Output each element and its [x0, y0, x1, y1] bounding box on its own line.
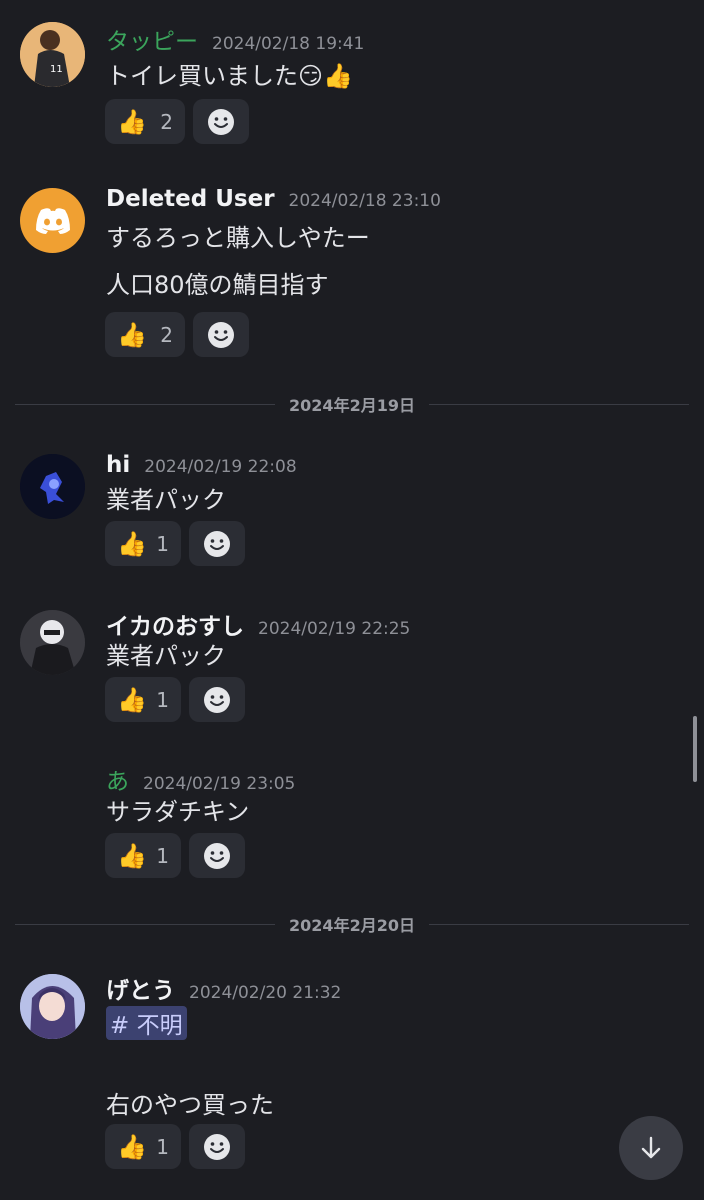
timestamp: 2024/02/19 22:08 [144, 457, 297, 477]
reaction-count: 1 [156, 1134, 169, 1159]
reaction-count: 1 [156, 843, 169, 868]
avatar[interactable] [20, 454, 85, 519]
message-text: トイレ買いました😏👍 [106, 62, 353, 90]
divider-line [15, 923, 276, 925]
timestamp: 2024/02/18 19:41 [212, 34, 365, 54]
avatar-image [20, 974, 85, 1039]
divider-line [15, 403, 276, 405]
reaction-bar: 👍 1 [105, 833, 245, 878]
message-text: 業者パック [106, 486, 226, 514]
channel-mention[interactable]: # 不明 [106, 1006, 187, 1040]
message-text: 人口80億の鯖目指す [106, 271, 329, 299]
message-text: 右のやつ買った [106, 1091, 274, 1119]
smile-face-icon [208, 321, 234, 348]
message-text: するろっと購入しやたー [106, 224, 370, 252]
add-reaction-button[interactable] [189, 1124, 245, 1169]
thumbs-up-reaction[interactable]: 👍 2 [105, 312, 185, 357]
timestamp: 2024/02/20 21:32 [189, 983, 342, 1003]
thumbs-up-reaction[interactable]: 👍 1 [105, 521, 181, 566]
discord-logo-icon [35, 207, 70, 234]
add-reaction-button[interactable] [193, 99, 249, 144]
arrow-down-icon [641, 1136, 661, 1159]
message-header: Deleted User 2024/02/18 23:10 [106, 186, 441, 212]
timestamp: 2024/02/19 22:25 [258, 619, 411, 639]
smile-face-icon [204, 1133, 230, 1160]
reaction-bar: 👍 1 [105, 677, 245, 722]
avatar-image: 11 [20, 22, 85, 87]
author-name[interactable]: げとう [106, 971, 175, 1005]
author-name[interactable]: Deleted User [106, 186, 275, 212]
message-text: サラダチキン [106, 798, 250, 826]
jump-to-bottom-button[interactable] [619, 1116, 683, 1180]
author-name[interactable]: hi [106, 452, 130, 478]
reaction-count: 1 [156, 531, 169, 556]
svg-text:11: 11 [50, 64, 63, 75]
reaction-count: 2 [160, 322, 173, 347]
scrollbar[interactable] [693, 716, 697, 782]
author-name[interactable]: タッピー [106, 22, 198, 56]
message-header: げとう 2024/02/20 21:32 [106, 971, 341, 1005]
thumbs-up-icon: 👍 [117, 1132, 147, 1161]
thumbs-up-reaction[interactable]: 👍 1 [105, 833, 181, 878]
thumbs-up-icon: 👍 [117, 107, 147, 136]
reaction-count: 2 [160, 109, 173, 134]
thumbs-up-reaction[interactable]: 👍 2 [105, 99, 185, 144]
avatar[interactable]: 11 [20, 22, 85, 87]
timestamp: 2024/02/19 23:05 [143, 774, 296, 794]
smile-face-icon [204, 530, 230, 557]
reaction-bar: 👍 2 [105, 312, 249, 357]
author-name[interactable]: あ [106, 762, 129, 796]
date-divider: 2024年2月20日 [15, 913, 689, 935]
message-text: 業者パック [106, 642, 226, 670]
date-divider: 2024年2月19日 [15, 393, 689, 415]
thumbs-up-reaction[interactable]: 👍 1 [105, 1124, 181, 1169]
reaction-bar: 👍 1 [105, 521, 245, 566]
reaction-count: 1 [156, 687, 169, 712]
message-header: タッピー 2024/02/18 19:41 [106, 22, 364, 56]
smile-face-icon [208, 108, 234, 135]
avatar-image [20, 454, 85, 519]
divider-line [428, 923, 689, 925]
smile-face-icon [204, 842, 230, 869]
timestamp: 2024/02/18 23:10 [288, 191, 441, 211]
thumbs-up-reaction[interactable]: 👍 1 [105, 677, 181, 722]
add-reaction-button[interactable] [193, 312, 249, 357]
avatar[interactable] [20, 610, 85, 675]
divider-line [428, 403, 689, 405]
channel-mention-line: # 不明 [106, 1006, 187, 1040]
thumbs-up-icon: 👍 [117, 529, 147, 558]
add-reaction-button[interactable] [189, 677, 245, 722]
date-label: 2024年2月19日 [289, 396, 415, 415]
thumbs-up-icon: 👍 [117, 685, 147, 714]
message-header: あ 2024/02/19 23:05 [106, 762, 295, 796]
date-label: 2024年2月20日 [289, 916, 415, 935]
avatar[interactable] [20, 188, 85, 253]
reaction-bar: 👍 1 [105, 1124, 245, 1169]
avatar[interactable] [20, 974, 85, 1039]
thumbs-up-icon: 👍 [117, 841, 147, 870]
add-reaction-button[interactable] [189, 521, 245, 566]
reaction-bar: 👍 2 [105, 99, 249, 144]
thumbs-up-icon: 👍 [117, 320, 147, 349]
add-reaction-button[interactable] [189, 833, 245, 878]
message-header: hi 2024/02/19 22:08 [106, 452, 297, 478]
avatar-image [20, 610, 85, 675]
smile-face-icon [204, 686, 230, 713]
